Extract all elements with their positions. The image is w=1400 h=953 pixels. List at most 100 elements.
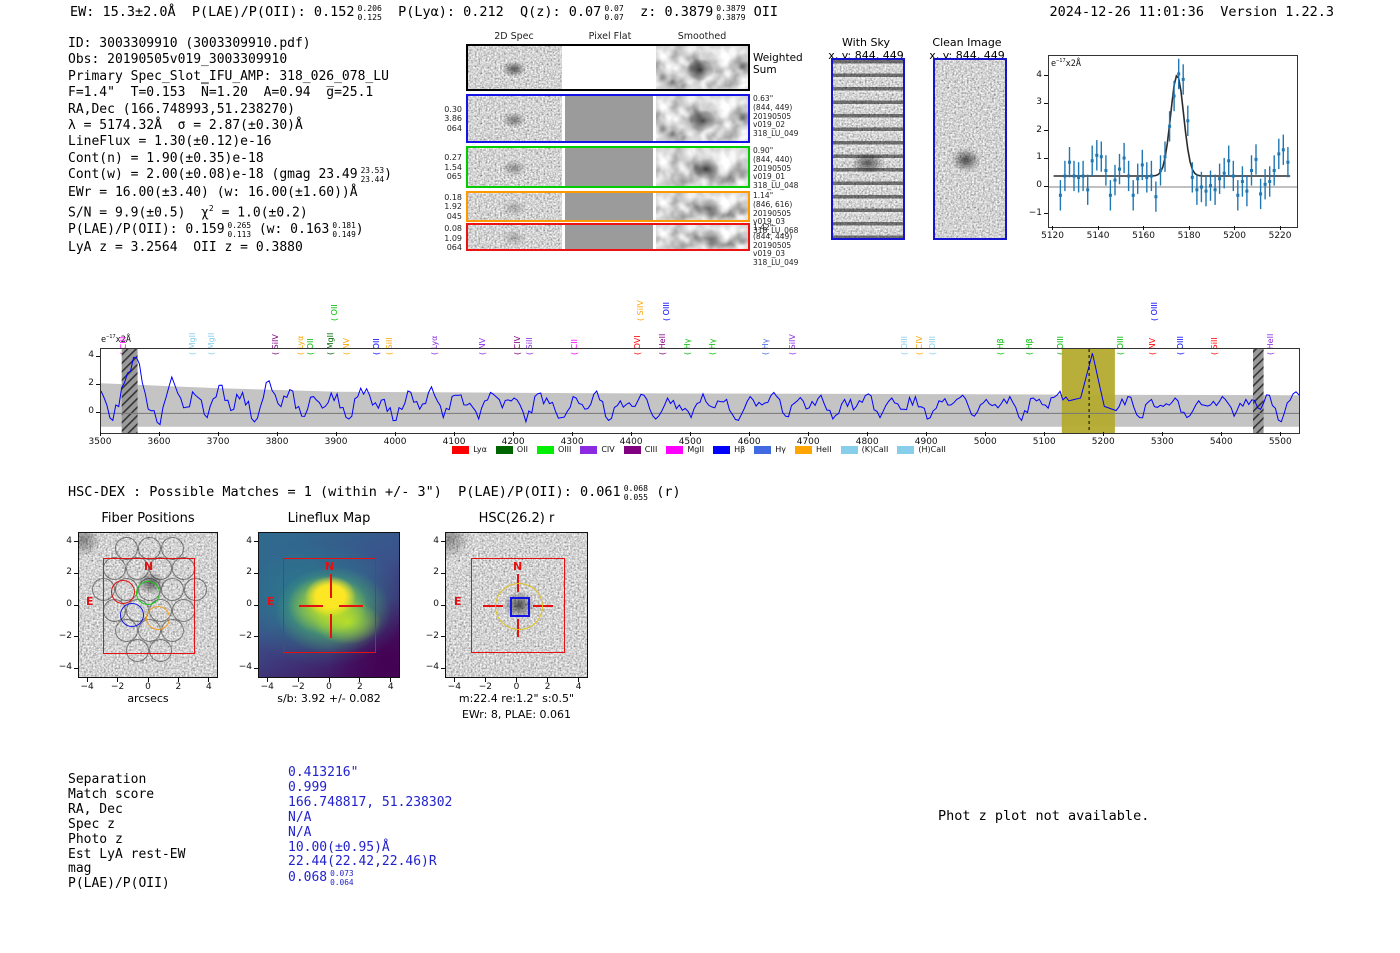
hsc-compass-east: E bbox=[454, 595, 462, 608]
x-tick-mark bbox=[689, 432, 691, 436]
spec2d-row-fiber-4 bbox=[466, 223, 750, 251]
legend-label: HeII bbox=[815, 445, 832, 454]
match-row-value: 166.748817, 51.238302 bbox=[288, 794, 453, 810]
lineflux-compass-north: N bbox=[325, 560, 335, 573]
x-tick-label: 4 bbox=[205, 682, 212, 692]
legend-swatch bbox=[580, 445, 598, 454]
legend-item-Lyα: Lyα bbox=[452, 445, 487, 454]
line-label-text: ( SiIV bbox=[636, 300, 646, 321]
spec2d-col-header: Pixel Flat bbox=[588, 31, 632, 42]
legend-swatch bbox=[754, 445, 772, 454]
info-line-8: Cont(w) = 2.00(±0.08)e-18 (gmag 23.49 23.… bbox=[68, 166, 392, 185]
spec2d-cell-smoothed bbox=[656, 96, 748, 141]
spec2d-cell-pixelflat bbox=[565, 148, 653, 186]
info-line-6: LineFlux = 1.30(±0.12)e-16 bbox=[68, 134, 272, 150]
spec2d-cell-2dspec bbox=[468, 193, 562, 220]
lineflux-compass-east: E bbox=[267, 595, 275, 608]
x-tick-label: 4 bbox=[387, 682, 394, 692]
match-row-label: Est LyA rest-EW bbox=[68, 846, 186, 862]
spec2d-cell-smoothed bbox=[656, 225, 748, 249]
y-tick-label: 0 bbox=[1036, 180, 1042, 190]
legend-label: CIII bbox=[644, 445, 658, 454]
y-tick-mark bbox=[254, 604, 258, 606]
full-spectrum-plot bbox=[100, 348, 1303, 434]
match-row-label: Spec z bbox=[68, 816, 115, 832]
hsc-caption-2: EWr: 8, PLAE: 0.061 bbox=[461, 708, 572, 721]
match-row-label: Photo z bbox=[68, 831, 123, 847]
hsc-catalog-match-box bbox=[510, 597, 530, 617]
match-row-value: 22.44(22.42,22.46)R bbox=[288, 854, 437, 870]
spec2d-cell-2dspec bbox=[468, 96, 562, 141]
spec2d-right-labels: 1.42" (844, 449) 20190505 v019_03 318_LU_049 bbox=[753, 223, 799, 268]
y-tick-mark bbox=[74, 667, 78, 669]
smoothed-source-blob bbox=[686, 58, 714, 81]
legend-label: Lyα bbox=[473, 445, 487, 454]
source-blob bbox=[502, 230, 526, 246]
info-line-9: EWr = 16.00(±3.40) (w: 16.00(±1.60))Å bbox=[68, 184, 358, 200]
y-tick-label: 0 bbox=[246, 599, 252, 609]
spec2d-row-fiber-3 bbox=[466, 191, 750, 222]
header-timestamp-version: 2024-12-26 11:01:36 Version 1.22.3 bbox=[1049, 4, 1334, 20]
y-tick-label: 4 bbox=[66, 535, 72, 546]
y-tick-mark bbox=[441, 667, 445, 669]
match-row-label: P(LAE)/P(OII) bbox=[68, 876, 170, 892]
x-tick-mark bbox=[1234, 226, 1236, 230]
x-tick-label: 5180 bbox=[1177, 231, 1201, 241]
y-tick-label: 2 bbox=[433, 567, 439, 578]
smoothed-source-blob bbox=[698, 228, 726, 249]
hsc-cutout-title: HSC(26.2) r bbox=[478, 511, 555, 526]
legend-item-Hβ: Hβ bbox=[713, 445, 745, 454]
line-label-text: ( OII bbox=[329, 304, 339, 321]
legend-swatch bbox=[495, 445, 513, 454]
x-tick-mark bbox=[453, 432, 455, 436]
lineflux-map-title: Lineflux Map bbox=[287, 511, 371, 526]
y-tick-mark bbox=[74, 636, 78, 638]
y-tick-label: −4 bbox=[425, 662, 439, 673]
x-tick-label: 0 bbox=[145, 682, 151, 692]
x-tick-label: 5200 bbox=[1223, 231, 1247, 241]
lineflux-crosshair-left bbox=[299, 605, 323, 607]
y-tick-mark bbox=[74, 604, 78, 606]
x-tick-label: −4 bbox=[80, 682, 94, 692]
x-tick-mark bbox=[1043, 432, 1045, 436]
x-tick-label: 4 bbox=[575, 682, 582, 692]
with-sky-fiber-stripes bbox=[833, 60, 903, 238]
spec2d-cell-2dspec bbox=[468, 46, 562, 89]
x-tick-mark bbox=[1102, 432, 1104, 436]
y-tick-label: −2 bbox=[425, 630, 439, 641]
y-tick-mark bbox=[441, 636, 445, 638]
x-tick-mark bbox=[866, 432, 868, 436]
spec2d-row-fiber-2 bbox=[466, 146, 750, 188]
y-tick-label: 0 bbox=[88, 406, 94, 417]
y-tick-label: 2 bbox=[88, 378, 94, 389]
x-tick-label: 0 bbox=[326, 682, 332, 692]
y-tick-label: 1 bbox=[1036, 152, 1042, 163]
y-tick-label: 2 bbox=[246, 567, 252, 578]
source-blob bbox=[502, 111, 526, 128]
spec2d-cell-pixelflat bbox=[565, 225, 653, 249]
x-tick-mark bbox=[1052, 226, 1054, 230]
spec2d-col-header: Smoothed bbox=[677, 31, 727, 42]
legend-label: (H)CaII bbox=[918, 445, 946, 454]
detection-info-block: ID: 3003309910 (3003309910.pdf) Obs: 2019… bbox=[68, 36, 392, 256]
y-tick-label: −1 bbox=[1028, 207, 1042, 218]
line-fit-zoom-plot bbox=[1048, 55, 1298, 228]
x-tick-label: −2 bbox=[291, 682, 305, 692]
x-tick-mark bbox=[394, 432, 396, 436]
hsc-cutout-image: N E bbox=[445, 532, 588, 678]
clean-image bbox=[933, 58, 1007, 240]
legend-swatch bbox=[536, 445, 554, 454]
y-tick-label: 0 bbox=[433, 599, 439, 609]
y-tick-mark bbox=[254, 636, 258, 638]
spec2d-cell-smoothed bbox=[656, 148, 748, 186]
legend-swatch bbox=[897, 445, 915, 454]
info-line-10: S/N = 9.9(±0.5) χ2 = 1.0(±0.2) bbox=[68, 204, 308, 221]
legend-item-CIII: CIII bbox=[623, 445, 658, 454]
match-row-value: 0.999 bbox=[288, 779, 328, 795]
lineflux-crosshair-right bbox=[339, 605, 363, 607]
smoothed-source-blob bbox=[695, 197, 723, 220]
x-tick-mark bbox=[217, 432, 219, 436]
spec2d-cell-smoothed bbox=[656, 46, 748, 89]
legend-item-(K)CaII: (K)CaII bbox=[840, 445, 888, 454]
legend-swatch bbox=[452, 445, 470, 454]
